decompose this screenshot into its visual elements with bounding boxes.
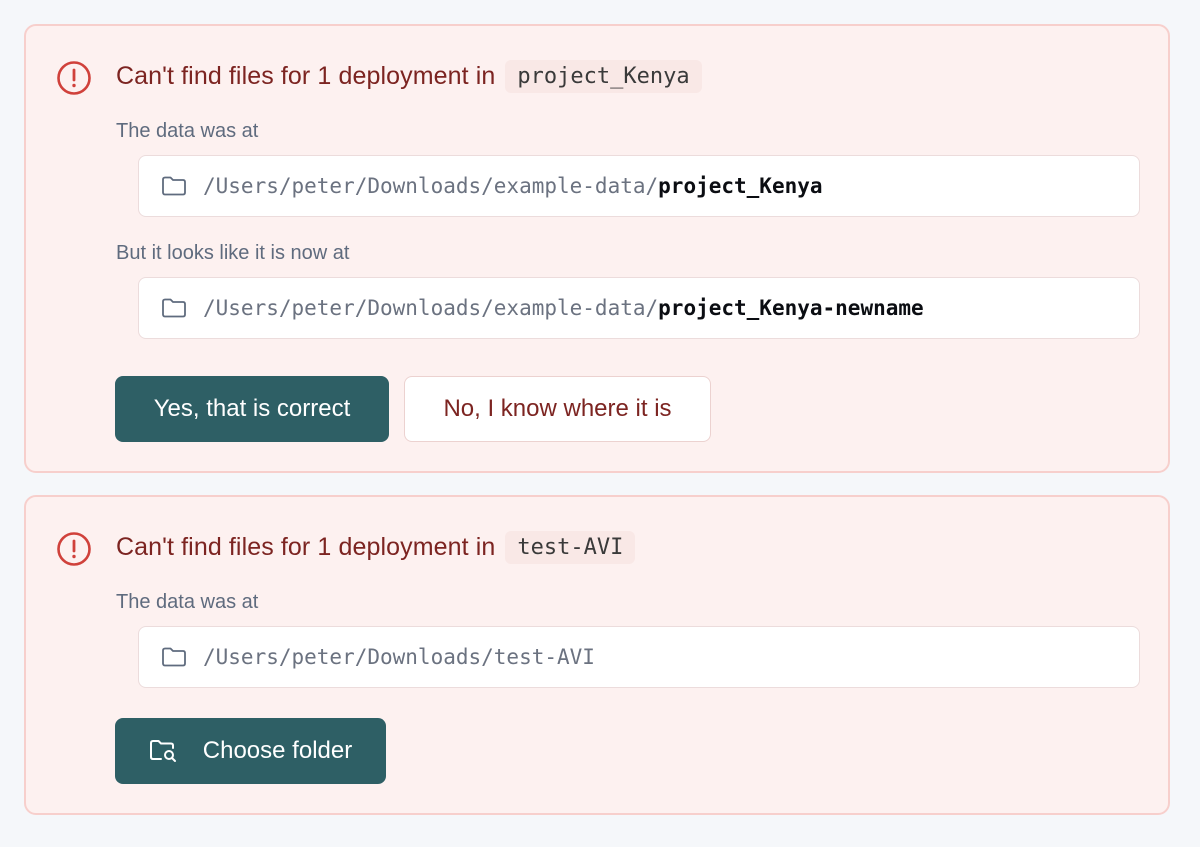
old-path-field: /Users/peter/Downloads/example-data/proj… — [138, 155, 1140, 217]
folder-search-icon — [149, 740, 176, 762]
old-path-prefix: /Users/peter/Downloads/example-data/ — [203, 174, 659, 198]
deny-location-button[interactable]: No, I know where it is — [404, 376, 711, 442]
folder-icon — [162, 176, 186, 196]
old-location-label: The data was at — [116, 591, 259, 613]
folder-icon — [162, 298, 186, 318]
new-path-prefix: /Users/peter/Downloads/example-data/ — [203, 296, 659, 320]
choose-folder-label: Choose folder — [202, 737, 353, 764]
new-path-name: project_Kenya-newname — [658, 296, 924, 320]
new-path-text: /Users/peter/Downloads/example-data/proj… — [203, 296, 924, 320]
old-path-name: project_Kenya — [658, 174, 823, 198]
new-path-field: /Users/peter/Downloads/example-data/proj… — [138, 277, 1140, 339]
old-path-field: /Users/peter/Downloads/test-AVI — [138, 626, 1140, 688]
missing-files-card-project-kenya: Can't find files for 1 deployment in pro… — [24, 24, 1170, 473]
old-location-label: The data was at — [116, 120, 259, 142]
folder-icon — [162, 647, 186, 667]
missing-files-card-test-avi: Can't find files for 1 deployment in tes… — [24, 495, 1170, 815]
project-name-code: test-AVI — [505, 530, 636, 564]
new-location-label: But it looks like it is now at — [116, 242, 350, 264]
project-name-code: project_Kenya — [505, 59, 702, 93]
alert-circle-icon — [57, 61, 91, 95]
alert-circle-icon — [57, 532, 91, 566]
card-title-text: Can't find files for 1 deployment in — [116, 532, 496, 561]
card-title: Can't find files for 1 deployment in pro… — [116, 56, 702, 96]
confirm-location-button[interactable]: Yes, that is correct — [115, 376, 389, 442]
card-title-text: Can't find files for 1 deployment in — [116, 61, 496, 90]
card-title: Can't find files for 1 deployment in tes… — [116, 527, 636, 567]
old-path-text: /Users/peter/Downloads/example-data/proj… — [203, 174, 823, 198]
old-path-text: /Users/peter/Downloads/test-AVI — [203, 645, 595, 669]
choose-folder-button[interactable]: Choose folder — [115, 718, 386, 784]
